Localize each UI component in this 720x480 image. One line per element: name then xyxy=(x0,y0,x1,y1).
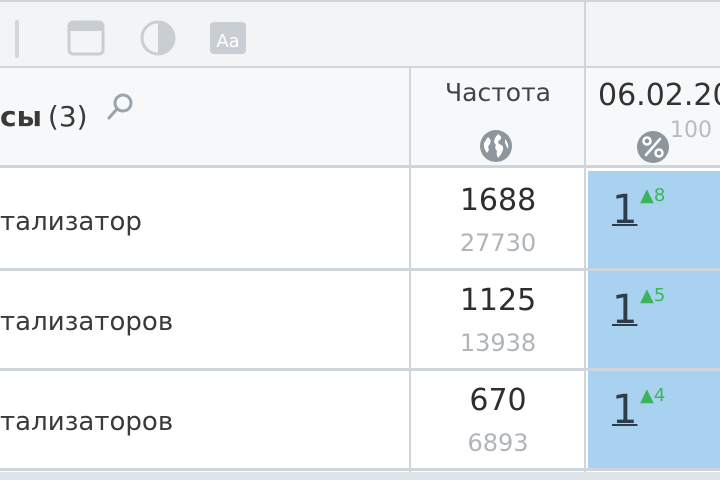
column-divider xyxy=(409,68,411,472)
percent-icon xyxy=(636,130,670,164)
keywords-header: сы (3) xyxy=(0,100,88,133)
keywords-count: (3) xyxy=(47,100,88,133)
table-row[interactable]: тализаторов 1125 13938 1 ▲5 xyxy=(0,271,720,371)
position-value[interactable]: 1 xyxy=(612,187,637,233)
keywords-label: сы xyxy=(0,100,42,133)
position-value[interactable]: 1 xyxy=(612,387,637,433)
frequency-sub: 13938 xyxy=(459,329,537,357)
position-value[interactable]: 1 xyxy=(612,287,637,333)
frequency-main: 1688 xyxy=(459,183,537,218)
globe-icon xyxy=(478,128,514,164)
position-cell[interactable]: 1 ▲4 xyxy=(588,371,720,468)
frequency-sub: 6893 xyxy=(467,429,529,457)
svg-text:Aa: Aa xyxy=(216,31,239,52)
font-size-icon[interactable]: Aa xyxy=(208,18,248,58)
position-cell[interactable]: 1 ▲5 xyxy=(588,271,720,368)
frequency-main: 670 xyxy=(469,383,527,418)
frequency-main: 1125 xyxy=(459,283,537,318)
keyword-cell: тализаторов xyxy=(0,307,174,337)
contrast-icon[interactable] xyxy=(138,18,178,58)
column-divider xyxy=(584,68,586,472)
position-delta: ▲8 xyxy=(640,185,666,206)
position-delta: ▲4 xyxy=(640,385,666,406)
position-delta: ▲5 xyxy=(640,285,666,306)
date-column-header[interactable]: 06.02.20 xyxy=(598,78,720,113)
frequency-sub: 27730 xyxy=(459,229,537,257)
percent-label: 100 xyxy=(670,118,712,143)
frequency-header[interactable]: Частота xyxy=(411,78,585,107)
table-footer xyxy=(0,472,720,480)
search-icon[interactable] xyxy=(105,92,135,122)
keyword-cell: тализатор xyxy=(0,207,142,237)
serp-table: Aa сы (3) Частота 06.02.20 100 тализатор… xyxy=(0,0,720,480)
keyword-cell: тализаторов xyxy=(0,407,174,437)
toolbar-separator xyxy=(15,20,19,58)
position-cell[interactable]: 1 ▲8 xyxy=(588,171,720,268)
toolbar-right xyxy=(586,0,720,68)
table-row[interactable]: тализаторов 670 6893 1 ▲4 xyxy=(0,371,720,471)
table-row[interactable]: тализатор 1688 27730 1 ▲8 xyxy=(0,171,720,271)
toolbar: Aa xyxy=(0,0,586,68)
window-icon[interactable] xyxy=(66,18,106,58)
